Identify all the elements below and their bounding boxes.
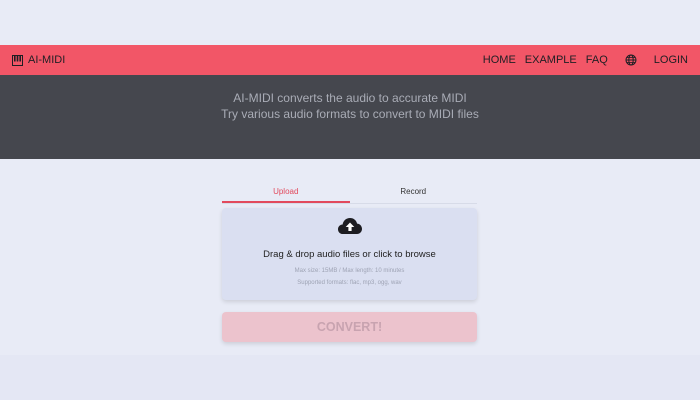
hero-line-2: Try various audio formats to convert to … — [221, 107, 479, 121]
nav-example-link[interactable]: EXAMPLE — [525, 54, 577, 66]
convert-button[interactable]: CONVERT! — [222, 312, 477, 342]
brand[interactable]: AI-MIDI — [12, 54, 65, 66]
page: AI-MIDI HOME EXAMPLE FAQ LOGIN AI-MIDI c… — [0, 0, 700, 400]
globe-icon[interactable] — [625, 54, 637, 66]
login-link[interactable]: LOGIN — [654, 54, 688, 66]
dropzone-title: Drag & drop audio files or click to brow… — [263, 249, 436, 260]
tab-upload[interactable]: Upload — [222, 182, 350, 203]
input-mode-tabs: Upload Record — [222, 182, 477, 204]
brand-name: AI-MIDI — [28, 54, 66, 66]
upload-dropzone[interactable]: Drag & drop audio files or click to brow… — [222, 208, 477, 300]
main-nav: HOME EXAMPLE FAQ LOGIN — [474, 54, 688, 66]
tab-record[interactable]: Record — [350, 182, 478, 203]
nav-home-link[interactable]: HOME — [483, 54, 516, 66]
hero-line-1: AI-MIDI converts the audio to accurate M… — [233, 91, 467, 105]
hero-banner: AI-MIDI converts the audio to accurate M… — [0, 75, 700, 159]
supported-formats-text: Supported formats: flac, mp3, ogg, wav — [297, 280, 402, 286]
nav-faq-link[interactable]: FAQ — [586, 54, 608, 66]
top-navbar: AI-MIDI HOME EXAMPLE FAQ LOGIN — [0, 45, 700, 75]
upload-limits-text: Max size: 15MB / Max length: 10 minutes — [294, 268, 405, 274]
cloud-upload-icon — [337, 216, 363, 236]
piano-icon — [12, 54, 23, 66]
footer-band — [0, 355, 700, 400]
